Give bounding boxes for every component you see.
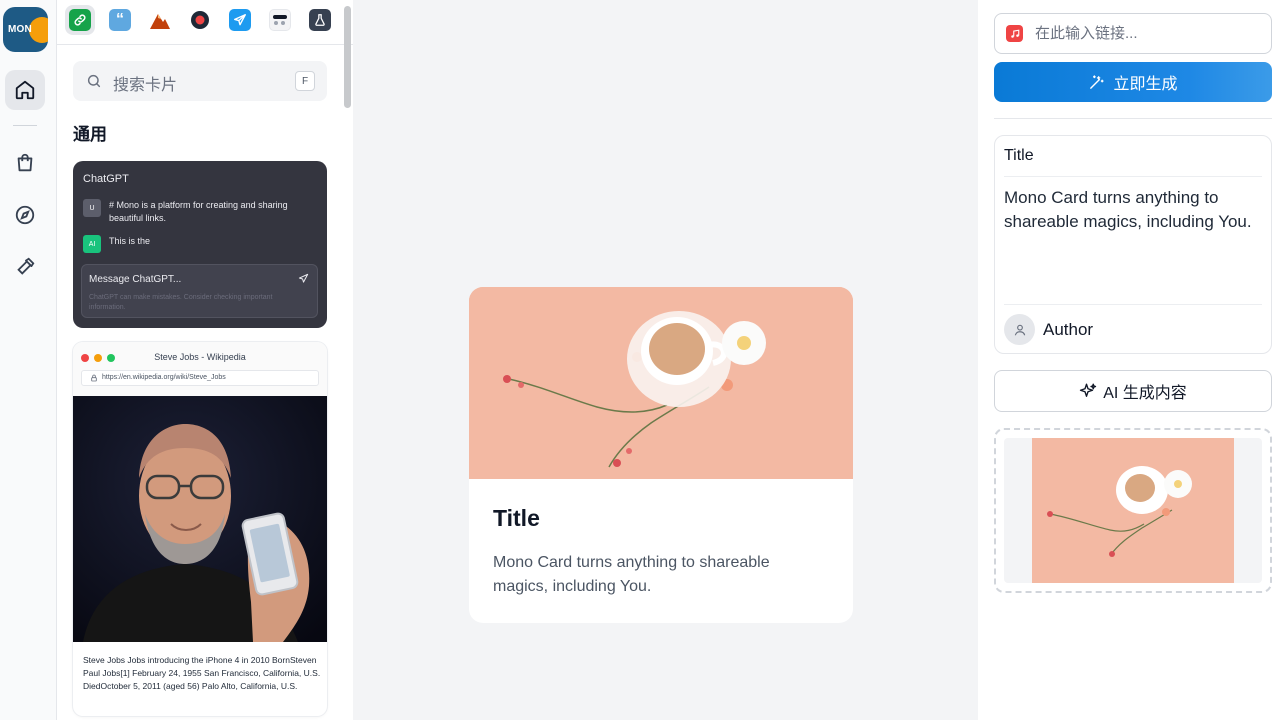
panel-scrollbar[interactable] — [344, 6, 351, 108]
description-field[interactable]: Mono Card turns anything to shareable ma… — [1004, 186, 1266, 234]
image-thumbnail — [1032, 438, 1234, 583]
browser-title: Steve Jobs - Wikipedia — [154, 352, 246, 362]
link-input[interactable] — [994, 13, 1272, 54]
preview-title: Title — [493, 505, 540, 531]
preview-image — [469, 287, 853, 479]
home-icon — [15, 80, 35, 100]
generate-button[interactable]: 立即生成 — [994, 62, 1272, 102]
image-dropzone[interactable] — [994, 428, 1272, 593]
hammer-icon — [17, 257, 35, 275]
wiki-caption: Steve Jobs Jobs introducing the iPhone 4… — [83, 655, 321, 691]
search-icon — [87, 74, 101, 88]
wikipedia-card[interactable]: Steve Jobs - Wikipedia https://en.wikipe… — [73, 342, 327, 716]
link-icon — [69, 9, 91, 31]
chatgpt-card[interactable]: ChatGPT U # Mono is a platform for creat… — [73, 161, 327, 328]
browser-url-text: https://en.wikipedia.org/wiki/Steve_Jobs — [102, 374, 226, 381]
ai-generate-label: AI 生成内容 — [1103, 385, 1187, 402]
ai-message: This is the — [109, 236, 151, 246]
tab-telegram[interactable] — [225, 5, 255, 35]
user-avatar: U — [83, 199, 101, 217]
rail-explore-button[interactable] — [5, 195, 45, 235]
editor-divider — [994, 118, 1272, 119]
quote-icon: “ — [109, 9, 131, 31]
mountain-icon — [149, 9, 171, 31]
browser-bar: Steve Jobs - Wikipedia https://en.wikipe… — [73, 342, 327, 396]
logo-text: MON — [8, 24, 32, 35]
tab-quote[interactable]: “ — [105, 5, 135, 35]
rail-tools-button[interactable] — [5, 247, 45, 287]
chatgpt-card-header: ChatGPT — [83, 173, 129, 185]
section-title: 通用 — [73, 125, 107, 144]
browser-url: https://en.wikipedia.org/wiki/Steve_Jobs — [81, 370, 319, 386]
preview-stage: Title Mono Card turns anything to sharea… — [353, 0, 978, 720]
flask-icon — [309, 9, 331, 31]
preview-description: Mono Card turns anything to shareable ma… — [493, 554, 770, 595]
sparkles-icon — [1080, 383, 1097, 397]
compass-icon — [15, 205, 35, 225]
author-field[interactable]: Author — [1043, 320, 1093, 340]
tab-link[interactable] — [65, 5, 95, 35]
search-shortcut: F — [295, 71, 315, 91]
toggle-icon — [269, 9, 291, 31]
shopping-bag-icon — [17, 153, 33, 172]
title-field[interactable]: Title — [1004, 147, 1034, 165]
composer-disclaimer: ChatGPT can make mistakes. Consider chec… — [89, 294, 273, 311]
ai-generate-button[interactable]: AI 生成内容 — [994, 370, 1272, 412]
left-rail: MON — [0, 0, 57, 720]
music-icon — [1006, 25, 1023, 42]
user-message: # Mono is a platform for creating and sh… — [109, 200, 288, 223]
rail-divider — [13, 125, 37, 126]
card-list-panel: “ 搜索卡片 F 通用 ChatGPT U # Mono is a platfo… — [57, 0, 353, 720]
preview-card[interactable]: Title Mono Card turns anything to sharea… — [469, 287, 853, 623]
search-box[interactable]: 搜索卡片 F — [73, 61, 327, 101]
app-tabs: “ — [57, 0, 353, 45]
rail-market-button[interactable] — [5, 143, 45, 183]
card-form: Title Mono Card turns anything to sharea… — [994, 135, 1272, 354]
rail-home-button[interactable] — [5, 70, 45, 110]
title-divider — [1004, 176, 1262, 177]
user-message-row: U # Mono is a platform for creating and … — [83, 199, 309, 225]
send-icon — [298, 273, 309, 283]
portrait-photo — [73, 396, 327, 642]
ai-message-row: AI This is the — [83, 235, 309, 253]
user-icon — [1014, 324, 1025, 335]
tab-lab[interactable] — [305, 5, 335, 35]
author-avatar[interactable] — [1004, 314, 1035, 345]
author-divider — [1004, 304, 1262, 305]
composer-placeholder: Message ChatGPT... — [89, 274, 182, 285]
tab-toggle[interactable] — [265, 5, 295, 35]
search-placeholder: 搜索卡片 — [113, 77, 178, 94]
ai-avatar: AI — [83, 235, 101, 253]
app-logo[interactable]: MON — [3, 7, 48, 52]
tab-record[interactable] — [185, 5, 215, 35]
telegram-icon — [229, 9, 251, 31]
generate-label: 立即生成 — [1113, 76, 1178, 93]
tab-mountain[interactable] — [145, 5, 175, 35]
editor-panel: 立即生成 Title Mono Card turns anything to s… — [978, 0, 1280, 720]
chatgpt-composer: Message ChatGPT... ChatGPT can make mist… — [81, 264, 318, 318]
lock-icon — [91, 374, 97, 382]
image-preview — [1004, 438, 1262, 583]
magic-wand-icon — [1090, 74, 1105, 89]
record-icon — [189, 9, 211, 31]
